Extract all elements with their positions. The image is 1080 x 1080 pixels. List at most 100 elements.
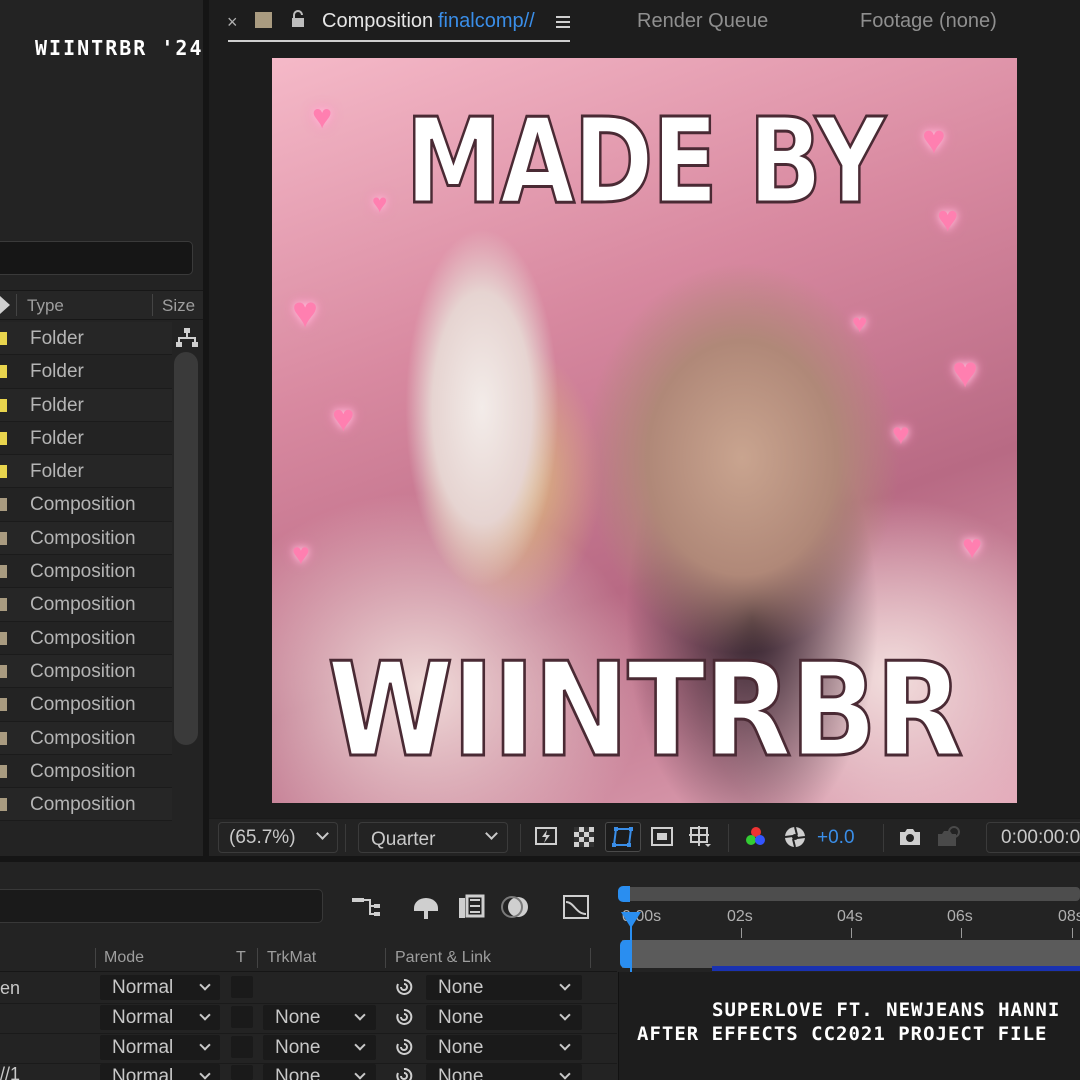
project-item[interactable]: Composition <box>0 788 172 822</box>
tab-composition-label[interactable]: Composition <box>322 10 433 33</box>
color-channels-icon[interactable] <box>744 825 768 849</box>
project-item[interactable]: Composition <box>0 688 172 722</box>
blend-mode-dropdown[interactable]: Normal <box>100 1064 220 1080</box>
label-color-swatch[interactable] <box>0 465 7 479</box>
flowchart-icon[interactable] <box>175 327 199 349</box>
project-item[interactable]: Composition <box>0 555 172 589</box>
timeline-search-input[interactable] <box>0 889 323 923</box>
column-header-mode[interactable]: Mode <box>104 949 144 967</box>
project-item-type: Folder <box>30 361 84 383</box>
panel-menu-icon[interactable] <box>556 16 570 28</box>
preserve-transparency-checkbox[interactable] <box>231 1036 253 1058</box>
track-matte-dropdown[interactable]: None <box>263 1005 376 1030</box>
pick-whip-icon[interactable] <box>394 1037 414 1057</box>
frame-blending-icon[interactable] <box>455 892 487 922</box>
project-search-input[interactable] <box>0 241 193 275</box>
label-color-swatch[interactable] <box>0 398 7 412</box>
project-item[interactable]: Composition <box>0 754 172 789</box>
grid-guides-icon[interactable] <box>688 825 712 849</box>
layer-name[interactable]: en <box>0 978 20 999</box>
project-item[interactable]: Folder <box>0 355 172 389</box>
label-color-swatch[interactable] <box>0 698 7 712</box>
label-color-swatch[interactable] <box>0 498 7 512</box>
column-divider[interactable] <box>385 948 386 968</box>
work-area-bar[interactable] <box>626 887 1080 901</box>
show-snapshot-icon[interactable] <box>936 825 960 849</box>
lock-icon[interactable] <box>290 10 306 28</box>
layer-bar[interactable] <box>712 966 1080 971</box>
project-item[interactable]: Composition <box>0 721 172 755</box>
parent-dropdown[interactable]: None <box>426 1035 582 1060</box>
project-item-type: Composition <box>30 494 136 516</box>
label-color-swatch[interactable] <box>0 764 7 778</box>
label-color-swatch[interactable] <box>0 731 7 745</box>
column-divider[interactable] <box>257 948 258 968</box>
label-color-swatch[interactable] <box>0 565 7 579</box>
label-color-swatch[interactable] <box>0 598 7 612</box>
project-item[interactable]: Folder <box>0 322 172 356</box>
shy-layers-icon[interactable] <box>350 892 382 922</box>
pick-whip-icon[interactable] <box>394 977 414 997</box>
transparency-grid-icon[interactable] <box>572 825 596 849</box>
tab-composition-name[interactable]: finalcomp// <box>438 10 535 33</box>
project-item[interactable]: Composition <box>0 521 172 556</box>
tab-footage[interactable]: Footage (none) <box>860 10 997 33</box>
project-item[interactable]: Composition <box>0 488 172 522</box>
column-divider[interactable] <box>95 948 96 968</box>
blend-mode-dropdown[interactable]: Normal <box>100 975 220 1000</box>
draft-3d-icon[interactable] <box>410 892 442 922</box>
column-divider[interactable] <box>152 294 153 316</box>
preserve-transparency-checkbox[interactable] <box>231 1065 253 1080</box>
project-item[interactable]: Folder <box>0 388 172 422</box>
pick-whip-icon[interactable] <box>394 1007 414 1027</box>
parent-dropdown[interactable]: None <box>426 1064 582 1080</box>
motion-blur-icon[interactable] <box>500 892 532 922</box>
label-color-swatch[interactable] <box>0 631 7 645</box>
blend-mode-dropdown[interactable]: Normal <box>100 1035 220 1060</box>
tab-render-queue[interactable]: Render Queue <box>637 10 768 33</box>
fast-previews-icon[interactable] <box>534 825 558 849</box>
column-divider[interactable] <box>590 948 591 968</box>
graph-editor-icon[interactable] <box>560 892 592 922</box>
exposure-reset-icon[interactable] <box>783 825 807 849</box>
label-color-swatch[interactable] <box>0 531 7 545</box>
exposure-value[interactable]: +0.0 <box>817 827 855 849</box>
comp-color-swatch[interactable] <box>255 12 272 28</box>
parent-dropdown[interactable]: None <box>426 1005 582 1030</box>
label-color-swatch[interactable] <box>0 664 7 678</box>
project-item[interactable]: Folder <box>0 421 172 456</box>
project-item[interactable]: Composition <box>0 621 172 655</box>
heart-decoration: ♥ <box>852 308 868 338</box>
track-matte-dropdown[interactable]: None <box>263 1035 376 1060</box>
preserve-transparency-checkbox[interactable] <box>231 976 253 998</box>
camera-snapshot-icon[interactable] <box>898 825 922 849</box>
label-color-swatch[interactable] <box>0 332 7 345</box>
pick-whip-icon[interactable] <box>394 1066 414 1080</box>
column-divider[interactable] <box>16 294 17 316</box>
column-header-size[interactable]: Size <box>162 296 195 316</box>
column-header-parent-link[interactable]: Parent & Link <box>395 949 491 967</box>
mask-path-icon <box>612 827 633 847</box>
blend-mode-dropdown[interactable]: Normal <box>100 1005 220 1030</box>
toolbar-divider <box>883 824 884 852</box>
region-of-interest-icon[interactable] <box>650 825 674 849</box>
column-header-t[interactable]: T <box>236 949 246 967</box>
label-color-swatch[interactable] <box>0 798 7 812</box>
sort-arrow-icon[interactable] <box>0 296 10 314</box>
project-item[interactable]: Composition <box>0 654 172 689</box>
work-area-start-handle[interactable] <box>618 886 630 902</box>
close-tab-icon[interactable]: × <box>227 12 238 33</box>
project-item[interactable]: Folder <box>0 455 172 489</box>
column-header-trkmat[interactable]: TrkMat <box>267 949 316 967</box>
composition-viewer-image[interactable]: ♥ ♥ ♥ ♥ ♥ ♥ ♥ ♥ ♥ ♥ ♥ MADE BY WIINTRBR <box>272 58 1017 803</box>
project-scrollbar[interactable] <box>174 352 198 745</box>
preserve-transparency-checkbox[interactable] <box>231 1006 253 1028</box>
label-color-swatch[interactable] <box>0 431 7 445</box>
layer-name[interactable]: //1 <box>0 1064 20 1080</box>
project-item[interactable]: Composition <box>0 588 172 622</box>
layer-duration-bar[interactable] <box>622 940 1080 968</box>
track-matte-dropdown[interactable]: None <box>263 1064 376 1080</box>
label-color-swatch[interactable] <box>0 365 7 379</box>
column-header-type[interactable]: Type <box>27 296 64 316</box>
parent-dropdown[interactable]: None <box>426 975 582 1000</box>
